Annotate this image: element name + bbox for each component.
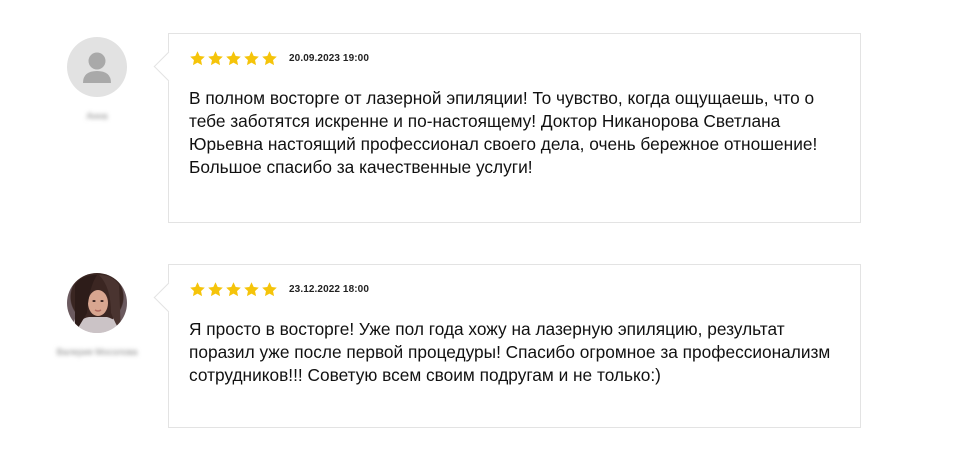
review-author: Валерия Мосолова	[40, 273, 154, 357]
star-icon	[208, 50, 223, 65]
review-author: Анна	[40, 37, 154, 121]
review-date: 20.09.2023 19:00	[289, 52, 370, 64]
avatar	[67, 37, 127, 97]
star-icon	[226, 50, 241, 65]
avatar	[67, 273, 127, 333]
review-meta: 20.09.2023 19:00	[189, 48, 838, 68]
author-name: Анна	[86, 111, 108, 121]
review-card: 20.09.2023 19:00 В полном восторге от ла…	[168, 33, 861, 223]
star-icon	[244, 281, 259, 296]
review-text: Я просто в восторге! Уже пол года хожу н…	[189, 319, 831, 385]
rating-stars	[189, 281, 278, 298]
star-icon	[208, 281, 223, 296]
star-icon	[262, 50, 277, 65]
review-date: 23.12.2022 18:00	[289, 283, 370, 295]
rating-stars	[189, 50, 278, 67]
user-photo-icon	[75, 275, 121, 333]
review-card: 23.12.2022 18:00 Я просто в восторге! Уж…	[168, 264, 861, 428]
star-icon	[226, 281, 241, 296]
star-icon	[190, 281, 205, 296]
star-icon	[262, 281, 277, 296]
review-meta: 23.12.2022 18:00	[189, 279, 838, 299]
star-icon	[244, 50, 259, 65]
review-text: В полном восторге от лазерной эпиляции! …	[189, 88, 818, 177]
star-icon	[190, 50, 205, 65]
default-user-icon	[83, 52, 111, 83]
author-name: Валерия Мосолова	[56, 347, 138, 357]
